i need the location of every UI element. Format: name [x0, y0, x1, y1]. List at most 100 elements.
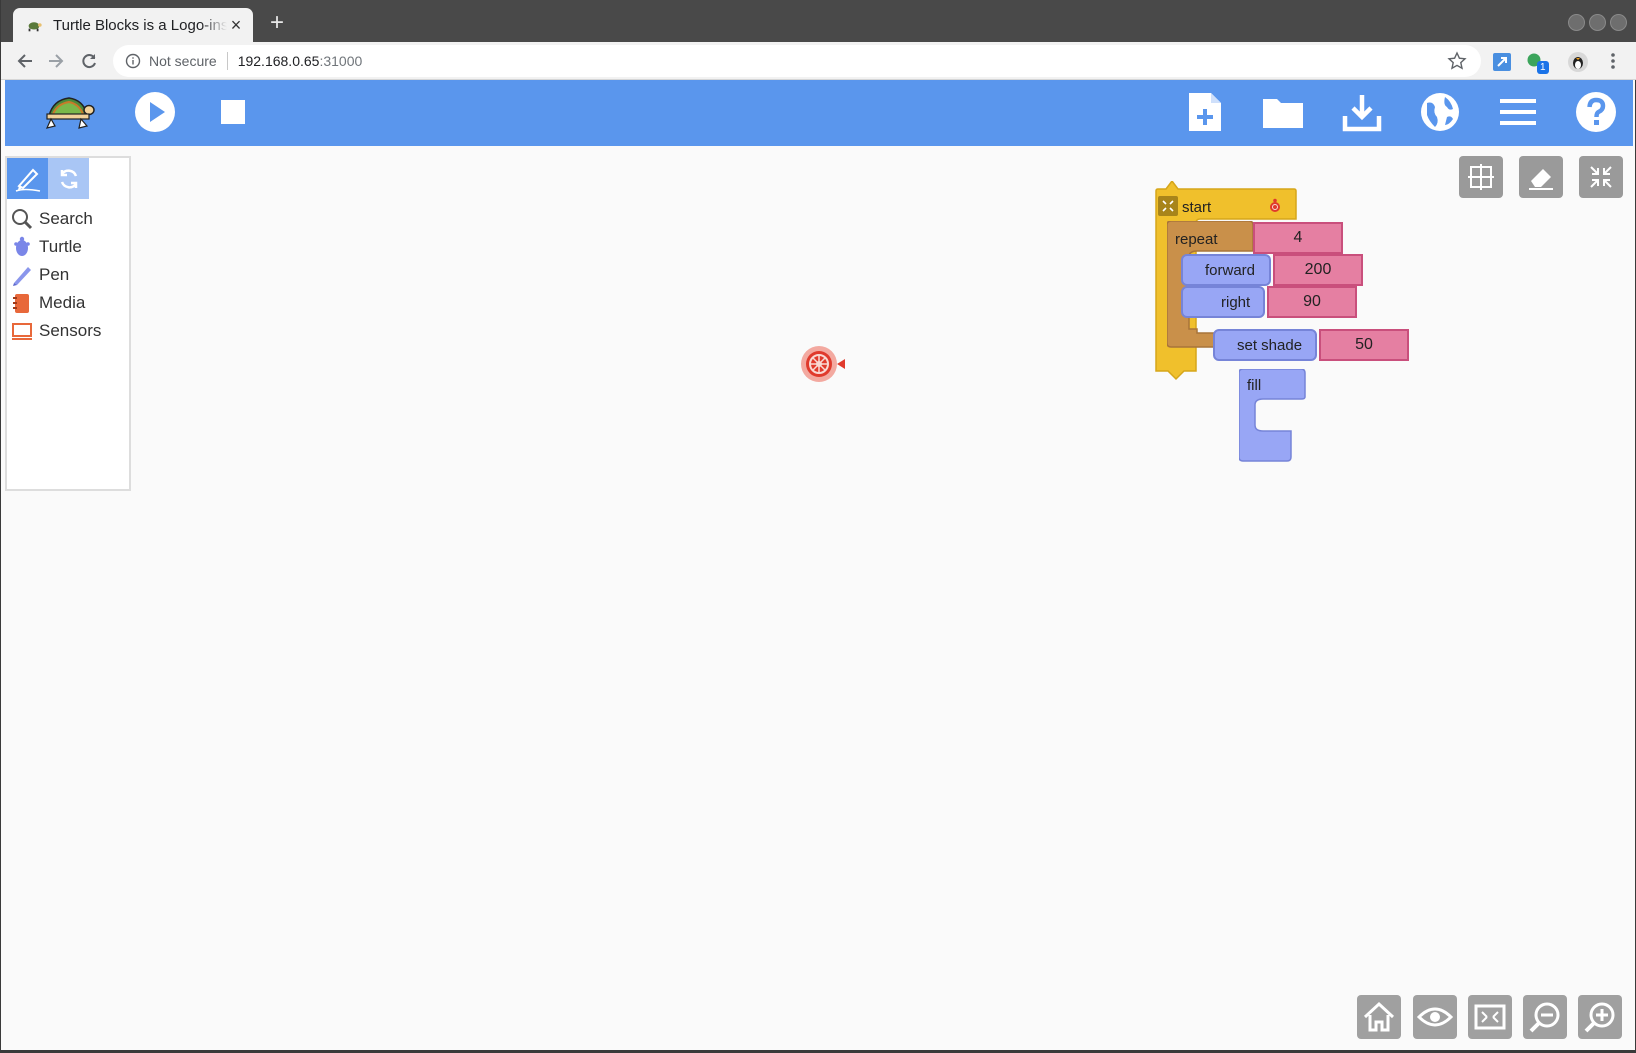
- address-bar[interactable]: Not secure 192.168.0.65 :31000: [113, 45, 1481, 77]
- eraser-icon: [1529, 169, 1553, 190]
- stop-icon: [221, 100, 245, 124]
- new-project-button[interactable]: [1181, 88, 1229, 136]
- palette-item-label: Pen: [39, 265, 70, 284]
- kebab-menu-icon: [1611, 53, 1615, 69]
- extension-badge-button[interactable]: 1: [1525, 51, 1549, 74]
- palette-item-pen[interactable]: Pen: [7, 261, 129, 289]
- window-controls: [1568, 14, 1627, 31]
- info-icon[interactable]: [125, 53, 141, 69]
- run-button[interactable]: [131, 88, 179, 136]
- palette-tabs: [7, 158, 129, 199]
- palette-item-label: Search: [39, 209, 93, 228]
- new-file-icon: [1189, 93, 1221, 131]
- block-palette: Search Turtle Pen Media Sensors: [5, 156, 131, 491]
- palette-item-label: Turtle: [39, 237, 82, 256]
- start-turtle-icon: [1270, 198, 1280, 212]
- palette-item-label: Media: [39, 293, 86, 312]
- address-separator: [226, 52, 228, 70]
- browser-tab[interactable]: Turtle Blocks is a Logo-inspired ×: [13, 8, 253, 42]
- close-window-icon[interactable]: [1610, 14, 1627, 31]
- folder-icon: [1263, 99, 1303, 128]
- home-icon: [1363, 1001, 1395, 1032]
- palette-item-search[interactable]: Search: [7, 205, 129, 233]
- app-toolbar: [5, 80, 1633, 146]
- palette-item-label: Sensors: [39, 321, 102, 340]
- turtle-logo-icon: [45, 97, 95, 129]
- sensors-icon: [11, 320, 33, 342]
- show-hide-blocks-button[interactable]: [1413, 995, 1457, 1039]
- pen-icon: [11, 264, 33, 286]
- zoom-in-icon: [1584, 1002, 1615, 1033]
- profile-avatar-icon[interactable]: [1567, 51, 1589, 73]
- globe-icon: [1421, 93, 1459, 131]
- stop-button[interactable]: [209, 88, 257, 136]
- help-button[interactable]: [1572, 88, 1620, 136]
- open-project-button[interactable]: [1259, 88, 1307, 136]
- start-block-label: start: [1182, 199, 1212, 216]
- collapse-button[interactable]: [1579, 156, 1623, 198]
- clear-button[interactable]: [1519, 156, 1563, 198]
- help-icon: [1576, 92, 1616, 132]
- home-button[interactable]: [1357, 995, 1401, 1039]
- back-arrow-icon: [17, 54, 32, 68]
- extension-link-icon[interactable]: [1491, 51, 1513, 73]
- right-block-label: right: [1221, 294, 1251, 311]
- set-shade-block-label: set shade: [1237, 337, 1303, 354]
- expand-collapse-button[interactable]: [1468, 995, 1512, 1039]
- security-label: Not secure: [149, 53, 217, 69]
- maximize-window-icon[interactable]: [1589, 14, 1606, 31]
- browser-menu-button[interactable]: [1601, 49, 1625, 73]
- forward-block-label: forward: [1205, 262, 1256, 279]
- right-value-input[interactable]: 90: [1267, 286, 1357, 318]
- repeat-block-label: repeat: [1175, 231, 1218, 248]
- palette-item-media[interactable]: Media: [7, 289, 129, 317]
- forward-block[interactable]: forward: [1181, 254, 1271, 286]
- tab-close-icon[interactable]: ×: [227, 16, 245, 34]
- turtle-icon: [11, 236, 33, 258]
- search-icon: [11, 208, 33, 230]
- palette-tab-plugins[interactable]: [48, 158, 89, 199]
- url-host: 192.168.0.65: [237, 53, 320, 69]
- minimize-window-icon[interactable]: [1568, 14, 1585, 31]
- turtle-logo-button[interactable]: [41, 88, 97, 136]
- url-port: :31000: [319, 53, 363, 69]
- save-project-button[interactable]: [1338, 88, 1386, 136]
- set-shade-value-input[interactable]: 50: [1319, 329, 1409, 361]
- grid-icon: [1468, 164, 1494, 190]
- set-shade-block[interactable]: set shade: [1213, 329, 1317, 361]
- palette-item-sensors[interactable]: Sensors: [7, 317, 129, 345]
- pen-tab-icon: [15, 168, 40, 192]
- download-icon: [1342, 95, 1382, 132]
- bookmark-star-icon[interactable]: [1447, 51, 1467, 71]
- palette-list: Search Turtle Pen Media Sensors: [7, 205, 129, 345]
- fill-block-label: fill: [1247, 377, 1262, 394]
- new-tab-button[interactable]: +: [265, 11, 289, 36]
- browser-toolbar: Not secure 192.168.0.65 :31000 1: [1, 42, 1636, 80]
- tab-strip: Turtle Blocks is a Logo-inspired × +: [1, 0, 1636, 42]
- palette-item-turtle[interactable]: Turtle: [7, 233, 129, 261]
- language-button[interactable]: [1416, 88, 1464, 136]
- eye-icon: [1417, 1007, 1453, 1027]
- turtle-sprite[interactable]: [793, 342, 849, 386]
- right-block[interactable]: right: [1181, 286, 1265, 318]
- refresh-tab-icon: [60, 169, 77, 188]
- tab-title: Turtle Blocks is a Logo-inspired: [53, 16, 227, 34]
- hamburger-menu-icon: [1500, 99, 1536, 125]
- palette-tab-blocks[interactable]: [7, 158, 48, 199]
- grid-button[interactable]: [1459, 156, 1503, 198]
- reload-button[interactable]: [77, 49, 101, 73]
- forward-arrow-icon: [49, 54, 64, 68]
- settings-menu-button[interactable]: [1494, 88, 1542, 136]
- zoom-in-button[interactable]: [1578, 995, 1622, 1039]
- media-icon: [11, 292, 33, 314]
- forward-button[interactable]: [44, 49, 68, 73]
- forward-value-input[interactable]: 200: [1273, 254, 1363, 286]
- back-button[interactable]: [13, 49, 37, 73]
- extension-badge-count: 1: [1537, 61, 1549, 74]
- collapse-icon: [1590, 166, 1612, 188]
- zoom-out-button[interactable]: [1523, 995, 1567, 1039]
- expand-icon: [1474, 1004, 1506, 1030]
- fill-block[interactable]: fill: [1238, 368, 1309, 470]
- collapse-block-icon[interactable]: [1158, 196, 1178, 216]
- repeat-count-input[interactable]: 4: [1253, 222, 1343, 254]
